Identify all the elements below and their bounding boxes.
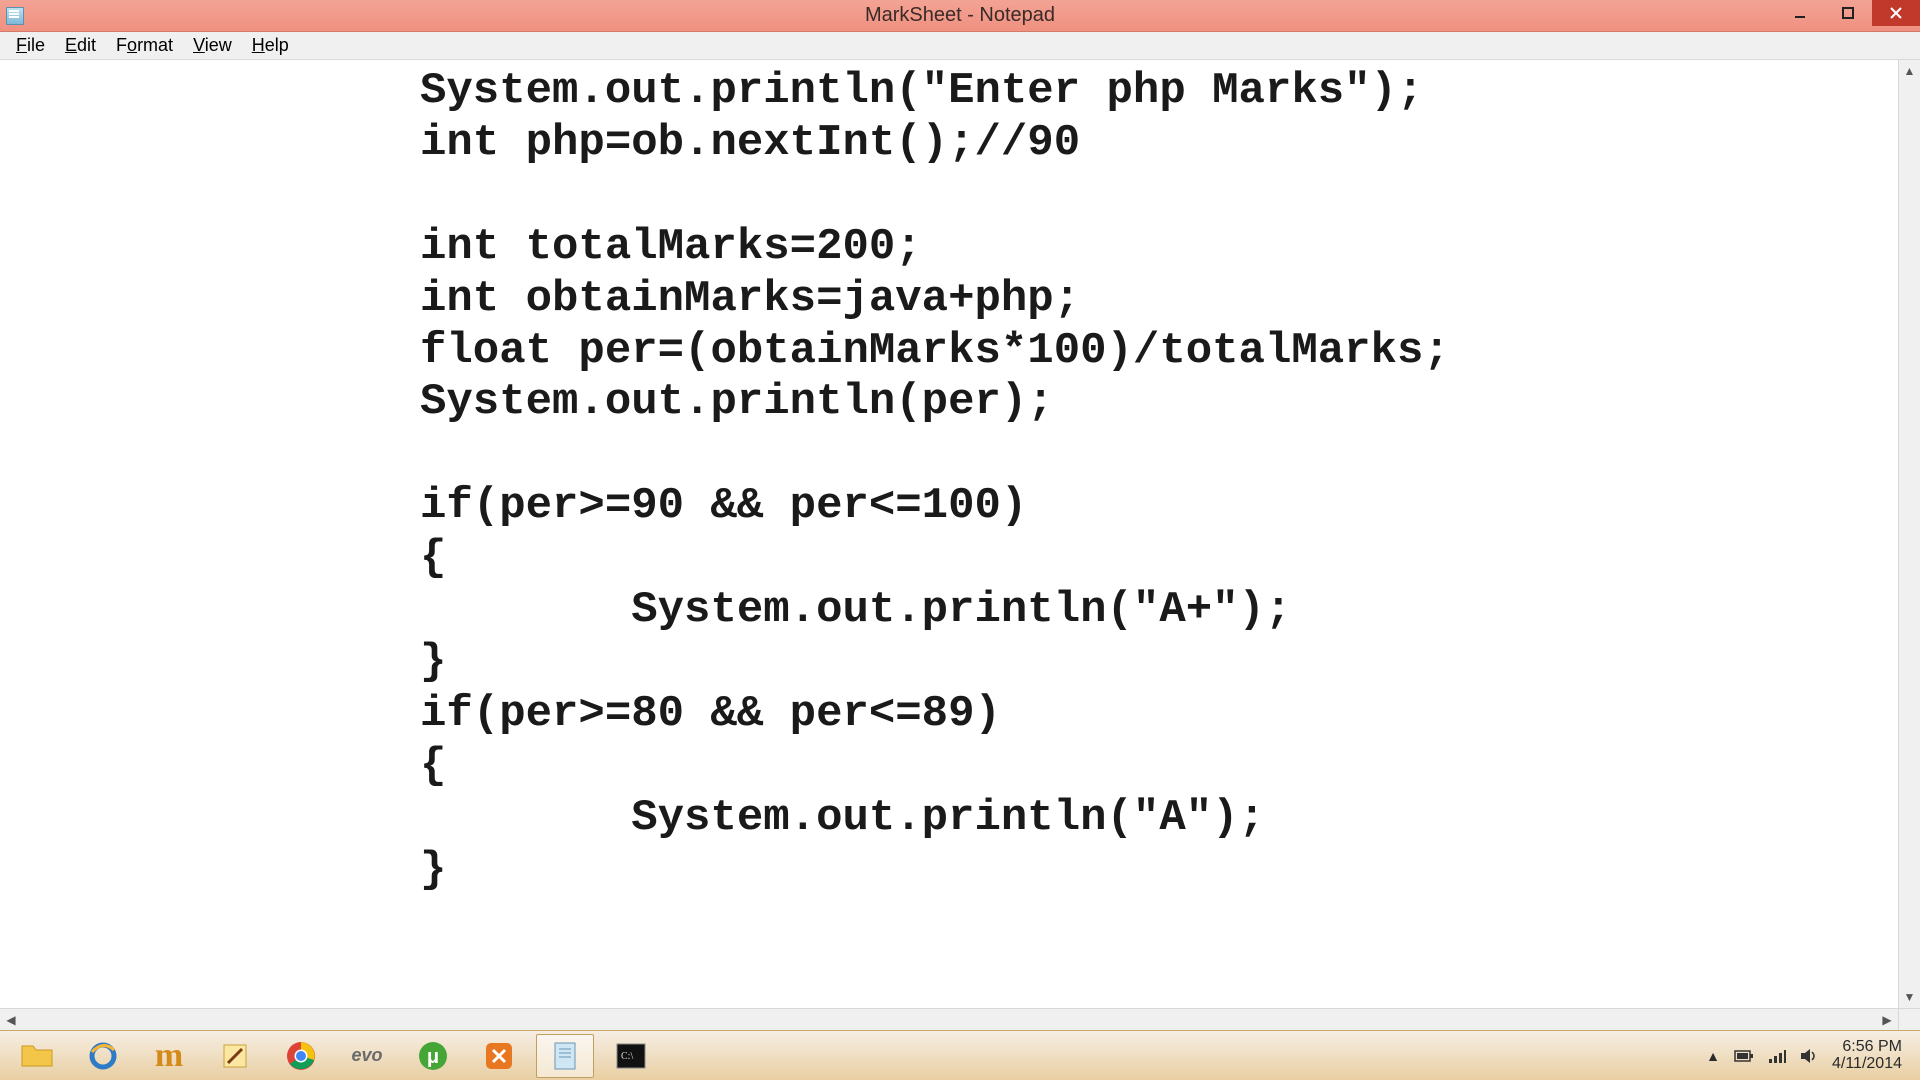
scroll-down-arrow-icon[interactable]: ▼ bbox=[1899, 986, 1920, 1008]
maxthon-icon[interactable]: m bbox=[140, 1034, 198, 1078]
notepad-taskbar-icon[interactable] bbox=[536, 1034, 594, 1078]
notepad-app-icon bbox=[6, 7, 24, 25]
vertical-scrollbar[interactable]: ▲ ▼ bbox=[1898, 60, 1920, 1008]
scroll-right-arrow-icon[interactable]: ▶ bbox=[1876, 1009, 1898, 1030]
menu-edit[interactable]: Edit bbox=[55, 33, 106, 58]
clock-date: 4/11/2014 bbox=[1832, 1056, 1902, 1073]
window-title-bar: MarkSheet - Notepad bbox=[0, 0, 1920, 32]
notepad-plus-icon[interactable] bbox=[206, 1034, 264, 1078]
internet-explorer-icon[interactable] bbox=[74, 1034, 132, 1078]
menu-format[interactable]: Format bbox=[106, 33, 183, 58]
tray-overflow-icon[interactable]: ▲ bbox=[1706, 1048, 1720, 1064]
horizontal-scrollbar[interactable]: ◀ ▶ bbox=[0, 1008, 1898, 1030]
evo-icon[interactable]: evo bbox=[338, 1034, 396, 1078]
cmd-icon[interactable]: C:\ bbox=[602, 1034, 660, 1078]
horizontal-scroll-track[interactable] bbox=[22, 1009, 1876, 1030]
menu-label: rmat bbox=[137, 35, 173, 55]
window-controls bbox=[1776, 0, 1920, 31]
editor-content: System.out.println("Enter php Marks"); i… bbox=[420, 66, 1450, 895]
network-icon[interactable] bbox=[1768, 1048, 1786, 1064]
scroll-left-arrow-icon[interactable]: ◀ bbox=[0, 1009, 22, 1030]
menu-label: ile bbox=[27, 35, 45, 55]
utorrent-icon[interactable]: μ bbox=[404, 1034, 462, 1078]
system-tray: ▲ 6:56 PM 4/11/2014 bbox=[1692, 1039, 1916, 1073]
window-title: MarkSheet - Notepad bbox=[0, 4, 1920, 27]
windows-taskbar: m evo μ C:\ ▲ 6:56 PM 4/11/2014 bbox=[0, 1030, 1920, 1080]
chrome-icon[interactable] bbox=[272, 1034, 330, 1078]
minimize-icon bbox=[1793, 6, 1807, 20]
editor-area: System.out.println("Enter php Marks"); i… bbox=[0, 60, 1920, 1030]
taskbar-clock[interactable]: 6:56 PM 4/11/2014 bbox=[1832, 1039, 1902, 1073]
battery-icon[interactable] bbox=[1734, 1049, 1754, 1063]
close-button[interactable] bbox=[1872, 0, 1920, 26]
menu-label: iew bbox=[205, 35, 232, 55]
menu-bar: File Edit Format View Help bbox=[0, 32, 1920, 60]
menu-label: dit bbox=[77, 35, 96, 55]
svg-text:C:\: C:\ bbox=[621, 1051, 633, 1062]
svg-text:μ: μ bbox=[427, 1046, 439, 1068]
clock-time: 6:56 PM bbox=[1832, 1039, 1902, 1056]
maximize-button[interactable] bbox=[1824, 0, 1872, 26]
menu-help[interactable]: Help bbox=[242, 33, 299, 58]
close-icon bbox=[1889, 6, 1903, 20]
scroll-corner bbox=[1898, 1008, 1920, 1030]
vertical-scroll-track[interactable] bbox=[1899, 82, 1920, 986]
menu-view[interactable]: View bbox=[183, 33, 242, 58]
menu-file[interactable]: File bbox=[6, 33, 55, 58]
xampp-icon[interactable] bbox=[470, 1034, 528, 1078]
minimize-button[interactable] bbox=[1776, 0, 1824, 26]
file-explorer-icon[interactable] bbox=[8, 1034, 66, 1078]
menu-label: elp bbox=[265, 35, 289, 55]
text-editor[interactable]: System.out.println("Enter php Marks"); i… bbox=[0, 60, 1920, 1030]
volume-icon[interactable] bbox=[1800, 1048, 1818, 1064]
scroll-up-arrow-icon[interactable]: ▲ bbox=[1899, 60, 1920, 82]
maximize-icon bbox=[1841, 6, 1855, 20]
